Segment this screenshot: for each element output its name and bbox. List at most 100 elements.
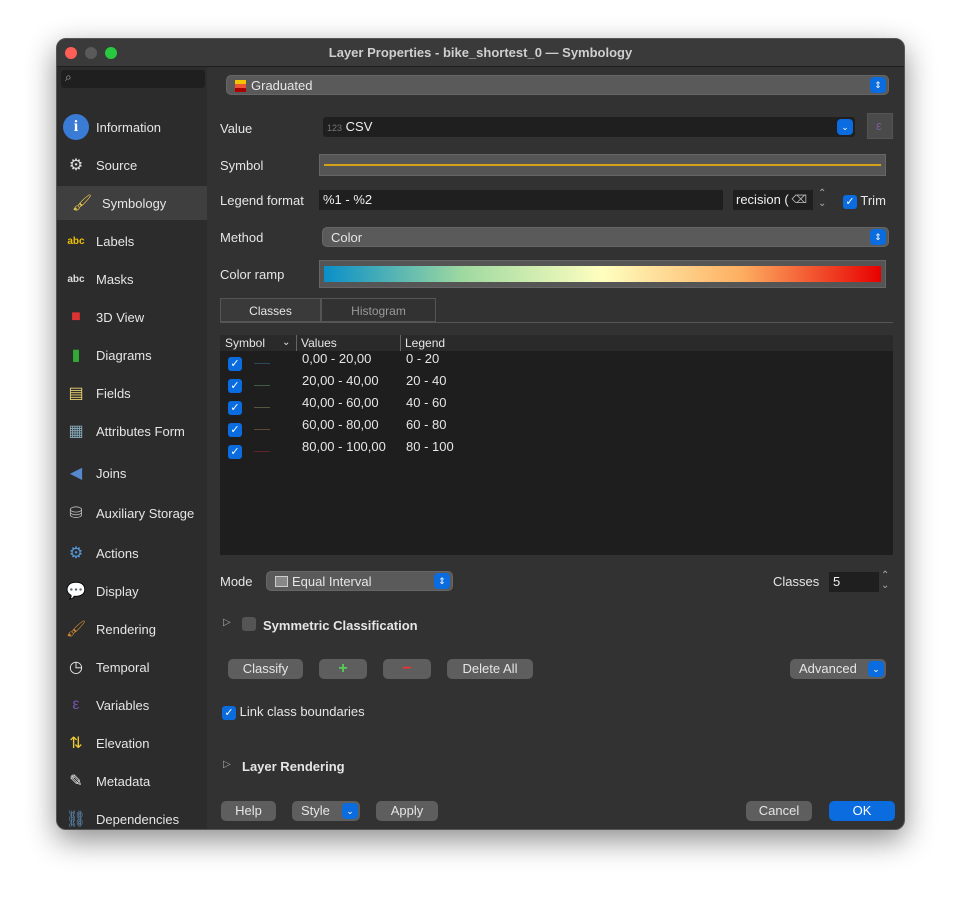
- expression-button[interactable]: ε: [867, 113, 893, 139]
- sidebar-item-metadata[interactable]: ✎ Metadata: [57, 764, 207, 798]
- class-symbol-line[interactable]: [254, 451, 270, 452]
- renderer-select[interactable]: Graduated ⇕: [226, 75, 889, 95]
- sidebar-item-actions[interactable]: ⚙ Actions: [57, 536, 207, 570]
- delete-all-button[interactable]: Delete All: [447, 659, 533, 679]
- table-row[interactable]: ✓ 80,00 - 100,00 80 - 100: [220, 439, 893, 461]
- spin-arrows-icon[interactable]: ⌃ ⌄: [818, 189, 826, 209]
- spin-arrows-icon[interactable]: ⌃ ⌄: [881, 571, 889, 591]
- value-field-select[interactable]: 123 CSV ⌄: [323, 117, 855, 137]
- mode-label: Mode: [220, 574, 253, 589]
- class-values[interactable]: 0,00 - 20,00: [302, 351, 371, 366]
- class-values[interactable]: 20,00 - 40,00: [302, 373, 379, 388]
- symbol-button[interactable]: [319, 154, 886, 176]
- class-legend[interactable]: 20 - 40: [406, 373, 446, 388]
- sidebar-item-masks[interactable]: abc Masks: [57, 262, 207, 296]
- sidebar-item-3d-view[interactable]: ■ 3D View: [57, 300, 207, 334]
- sidebar-search-input[interactable]: ⌕: [61, 70, 205, 88]
- advanced-button[interactable]: Advanced ⌄: [790, 659, 886, 679]
- layer-rendering-section[interactable]: Layer Rendering: [242, 759, 345, 774]
- table-row[interactable]: ✓ 20,00 - 40,00 20 - 40: [220, 373, 893, 395]
- sidebar-item-auxiliary-storage[interactable]: ⛁ Auxiliary Storage: [57, 496, 207, 530]
- sidebar-item-label: Attributes Form: [96, 423, 185, 439]
- sidebar-item-rendering[interactable]: 🖌 Rendering: [57, 612, 207, 646]
- class-symbol-line[interactable]: [254, 385, 270, 386]
- cancel-button[interactable]: Cancel: [746, 801, 812, 821]
- sidebar-item-source[interactable]: ⚙ Source: [57, 148, 207, 182]
- class-legend[interactable]: 40 - 60: [406, 395, 446, 410]
- sidebar-item-variables[interactable]: ε Variables: [57, 688, 207, 722]
- class-symbol-line[interactable]: [254, 363, 270, 364]
- style-button[interactable]: Style ⌄: [292, 801, 360, 821]
- storage-icon: ⛁: [69, 505, 83, 522]
- remove-class-button[interactable]: −: [383, 659, 431, 679]
- tab-classes[interactable]: Classes: [220, 298, 321, 322]
- title-bar: Layer Properties - bike_shortest_0 — Sym…: [57, 39, 904, 67]
- chevron-down-icon: ⌄: [868, 661, 884, 677]
- link-boundaries-checkbox[interactable]: ✓ Link class boundaries: [222, 704, 365, 720]
- color-ramp-button[interactable]: [319, 260, 886, 288]
- precision-spinbox[interactable]: recision (⌫: [733, 190, 813, 210]
- class-checkbox[interactable]: ✓: [228, 401, 242, 415]
- table-row[interactable]: ✓ 60,00 - 80,00 60 - 80: [220, 417, 893, 439]
- trim-label: Trim: [860, 193, 886, 208]
- sidebar-item-diagrams[interactable]: ▮ Diagrams: [57, 338, 207, 372]
- class-values[interactable]: 40,00 - 60,00: [302, 395, 379, 410]
- sidebar-item-symbology[interactable]: 🖌 Symbology: [57, 186, 207, 220]
- classes-table[interactable]: Symbol ⌄ Values Legend ✓ 0,00 - 20,00 0 …: [220, 335, 893, 555]
- actions-icon: ⚙: [68, 545, 84, 562]
- close-button[interactable]: [65, 47, 77, 59]
- expand-triangle-icon[interactable]: ▷: [223, 617, 231, 628]
- sidebar-item-display[interactable]: 💬 Display: [57, 574, 207, 608]
- legend-format-input[interactable]: %1 - %2: [319, 190, 723, 210]
- sidebar-item-temporal[interactable]: ◷ Temporal: [57, 650, 207, 684]
- help-label: Help: [235, 803, 262, 818]
- class-checkbox[interactable]: ✓: [228, 445, 242, 459]
- method-value: Color: [331, 230, 363, 245]
- tab-histogram[interactable]: Histogram: [321, 298, 436, 322]
- sidebar-item-labels[interactable]: abc Labels: [57, 224, 207, 258]
- class-legend[interactable]: 80 - 100: [406, 439, 454, 454]
- class-legend[interactable]: 0 - 20: [406, 351, 439, 366]
- class-checkbox[interactable]: ✓: [228, 357, 242, 371]
- help-button[interactable]: Help: [221, 801, 276, 821]
- sidebar-item-joins[interactable]: ◀ Joins: [57, 456, 207, 490]
- class-checkbox[interactable]: ✓: [228, 423, 242, 437]
- class-legend[interactable]: 60 - 80: [406, 417, 446, 432]
- expand-triangle-icon[interactable]: ▷: [223, 759, 231, 770]
- updown-icon: ⇕: [434, 573, 450, 589]
- mode-select[interactable]: Equal Interval ⇕: [266, 571, 453, 591]
- sidebar-item-dependencies[interactable]: ⛓ Dependencies: [57, 802, 207, 829]
- trim-checkbox[interactable]: ✓ Trim: [843, 193, 886, 209]
- classes-value: 5: [833, 574, 841, 589]
- class-symbol-line[interactable]: [254, 429, 270, 430]
- symbol-label: Symbol: [220, 158, 264, 173]
- class-checkbox[interactable]: ✓: [228, 379, 242, 393]
- zoom-button[interactable]: [105, 47, 117, 59]
- table-row[interactable]: ✓ 0,00 - 20,00 0 - 20: [220, 351, 893, 373]
- add-class-button[interactable]: +: [319, 659, 367, 679]
- sidebar-item-attributes-form[interactable]: ▦ Attributes Form: [57, 414, 207, 448]
- apply-button[interactable]: Apply: [376, 801, 438, 821]
- class-values[interactable]: 80,00 - 100,00: [302, 439, 386, 454]
- method-select[interactable]: Color ⇕: [322, 227, 889, 247]
- sidebar-item-elevation[interactable]: ⇅ Elevation: [57, 726, 207, 760]
- symmetric-checkbox[interactable]: [242, 617, 256, 631]
- class-symbol-line[interactable]: [254, 407, 270, 408]
- sidebar-item-information[interactable]: i Information: [57, 110, 207, 144]
- chevron-down-icon[interactable]: ⌄: [282, 335, 290, 351]
- classify-button[interactable]: Classify: [228, 659, 303, 679]
- mode-value: Equal Interval: [292, 574, 372, 589]
- header-symbol[interactable]: Symbol: [225, 335, 265, 351]
- table-row[interactable]: ✓ 40,00 - 60,00 40 - 60: [220, 395, 893, 417]
- sidebar-item-fields[interactable]: ▤ Fields: [57, 376, 207, 410]
- sidebar-item-label: Actions: [96, 545, 139, 561]
- ok-button[interactable]: OK: [829, 801, 895, 821]
- header-values[interactable]: Values: [296, 335, 337, 351]
- minimize-button[interactable]: [85, 47, 97, 59]
- classes-spinbox[interactable]: 5: [829, 572, 879, 592]
- sidebar-item-label: Fields: [96, 385, 131, 401]
- class-values[interactable]: 60,00 - 80,00: [302, 417, 379, 432]
- chevron-down-icon[interactable]: ⌄: [837, 119, 853, 135]
- header-legend[interactable]: Legend: [400, 335, 445, 351]
- clear-icon[interactable]: ⌫: [791, 190, 807, 210]
